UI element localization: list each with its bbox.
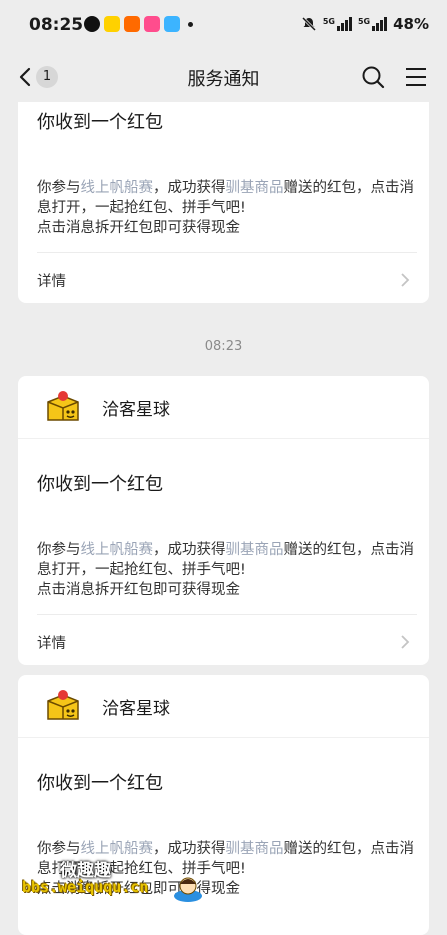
meituan-icon [104, 16, 120, 32]
merchant-link: 驯基商品 [225, 841, 284, 857]
qiake-logo-icon [47, 690, 79, 720]
card-title: 你收到一个红包 [37, 112, 163, 133]
divider [37, 614, 417, 615]
qq-icon [84, 16, 100, 32]
card-title: 你收到一个红包 [37, 773, 163, 794]
game-icon [164, 16, 180, 32]
divider [37, 252, 417, 253]
signal-1-icon: 5G [323, 17, 352, 31]
site-watermark: 微趣趣 bbs.weiququ.cn [22, 852, 202, 914]
menu-icon[interactable] [403, 64, 429, 90]
detail-link[interactable]: 详情 [37, 632, 66, 653]
status-time: 08:25 [29, 15, 84, 35]
card-title: 你收到一个红包 [37, 474, 163, 495]
event-link: 线上帆船赛 [80, 542, 154, 558]
mute-bell-icon [301, 16, 316, 32]
shop-icon [144, 16, 160, 32]
card-message: 你参与线上帆船赛，成功获得驯基商品赠送的红包，点击消息打开，一起抢红包、拼手气吧… [37, 542, 414, 598]
search-icon[interactable] [360, 64, 386, 90]
card-header: 洽客星球 [18, 675, 429, 738]
detail-link[interactable]: 详情 [37, 270, 66, 291]
status-bar: 08:25 5G 5G 48% [0, 0, 447, 52]
timestamp: 08:23 [204, 339, 243, 354]
notification-card[interactable]: 洽客星球 你收到一个红包 你参与线上帆船赛，成功获得驯基商品赠送的红包，点击消息… [18, 376, 429, 665]
mascot-icon [174, 877, 202, 902]
qiake-logo-icon [47, 391, 79, 421]
sender-name: 洽客星球 [102, 699, 170, 719]
event-link: 线上帆船赛 [80, 180, 154, 196]
notification-card[interactable]: 你收到一个红包 你参与线上帆船赛，成功获得驯基商品赠送的红包，点击消息打开，一起… [18, 102, 429, 303]
battery-level: 48% [393, 15, 429, 33]
card-message: 你参与线上帆船赛，成功获得驯基商品赠送的红包，点击消息打开，一起抢红包、拼手气吧… [37, 180, 414, 236]
taobao-icon [124, 16, 140, 32]
chevron-right-icon [401, 273, 410, 287]
more-dot-icon [188, 21, 193, 27]
merchant-link: 驯基商品 [225, 542, 284, 558]
watermark-url: bbs.weiququ.cn [22, 878, 149, 896]
signal-2-icon: 5G [358, 17, 388, 31]
nav-bar: 1 服务通知 [0, 52, 447, 102]
chevron-right-icon [401, 635, 410, 649]
notification-icons [84, 16, 193, 32]
sender-name: 洽客星球 [102, 400, 170, 420]
merchant-link: 驯基商品 [225, 180, 284, 196]
card-header: 洽客星球 [18, 376, 429, 439]
